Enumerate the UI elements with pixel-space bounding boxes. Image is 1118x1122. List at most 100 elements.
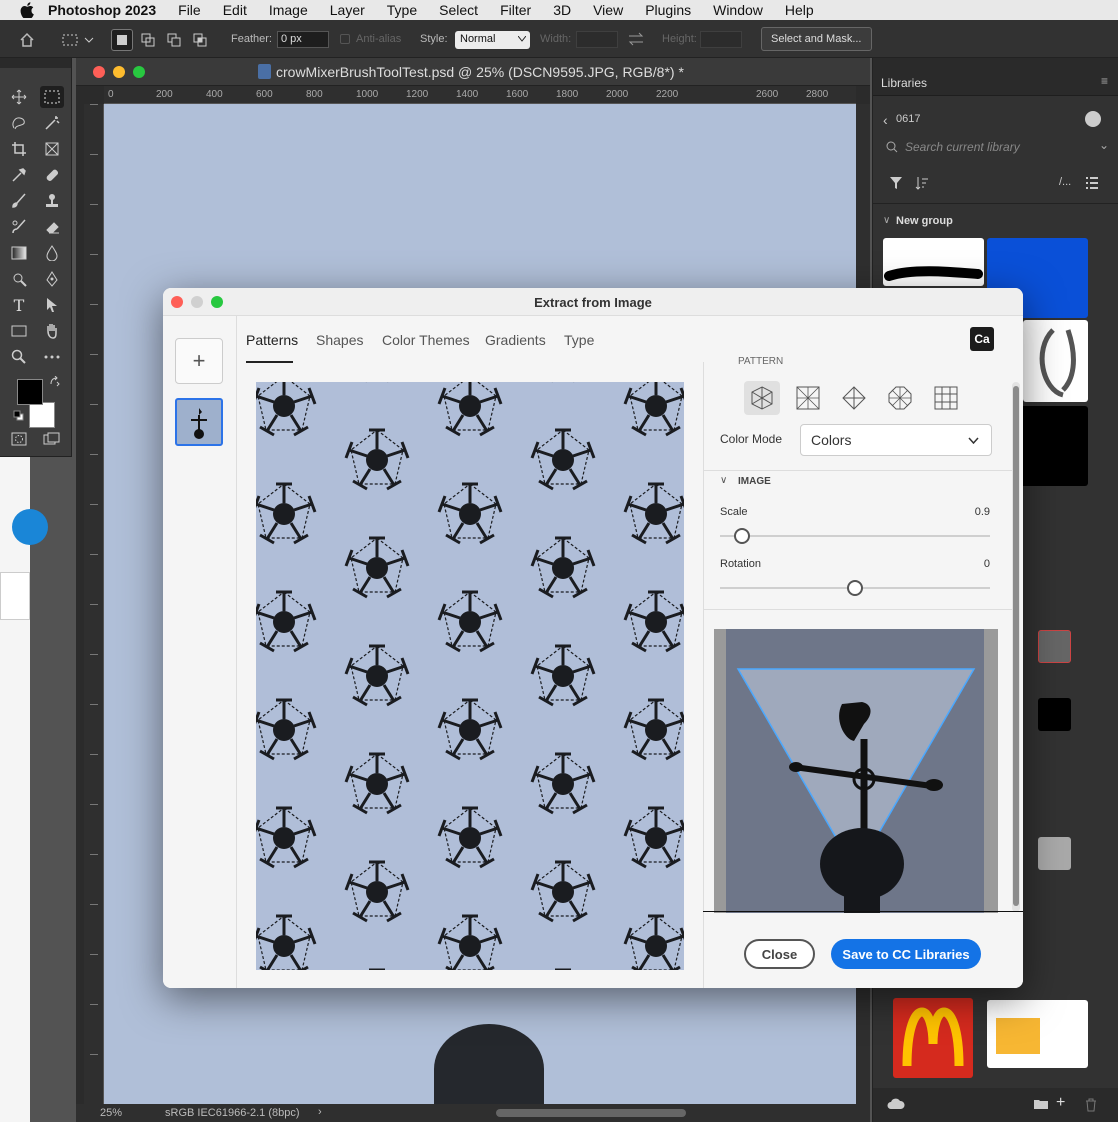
panel-menu-icon[interactable]: ≡ <box>1101 74 1108 88</box>
new-selection-icon[interactable] <box>111 29 133 51</box>
filter-icon[interactable] <box>889 176 903 190</box>
add-image-button[interactable]: + <box>175 338 223 384</box>
clone-stamp-tool-icon[interactable] <box>40 190 64 212</box>
more-tools-icon[interactable] <box>40 346 64 368</box>
home-icon[interactable] <box>16 29 38 51</box>
library-view-toggle-icon[interactable]: /... <box>1059 176 1071 188</box>
rotation-slider-knob[interactable] <box>847 580 863 596</box>
select-and-mask-button[interactable]: Select and Mask... <box>761 27 872 51</box>
menu-3d[interactable]: 3D <box>553 2 571 18</box>
tools-panel-header[interactable] <box>0 58 71 68</box>
tab-shapes[interactable]: Shapes <box>316 332 363 348</box>
scale-slider-track[interactable] <box>720 535 990 537</box>
library-item-brush-stroke[interactable] <box>883 238 984 286</box>
library-item-graphic[interactable] <box>1023 320 1088 402</box>
path-selection-tool-icon[interactable] <box>40 294 64 316</box>
pattern-hexagon-grid-icon[interactable] <box>744 381 780 415</box>
blur-tool-icon[interactable] <box>40 242 64 264</box>
eyedropper-tool-icon[interactable] <box>7 164 31 186</box>
pattern-grid-icon[interactable] <box>928 381 964 415</box>
screen-mode-icon[interactable] <box>40 428 64 450</box>
intersect-selection-icon[interactable] <box>189 29 211 51</box>
status-menu-arrow-icon[interactable]: › <box>318 1106 322 1118</box>
history-brush-tool-icon[interactable] <box>7 216 31 238</box>
dialog-title-bar[interactable]: Extract from Image <box>163 288 1023 316</box>
add-icon[interactable]: + <box>1056 1094 1065 1112</box>
dodge-tool-icon[interactable] <box>7 268 31 290</box>
color-mode-select[interactable]: Colors <box>800 424 992 456</box>
vertical-ruler[interactable] <box>84 104 104 1106</box>
menu-plugins[interactable]: Plugins <box>645 2 691 18</box>
zoom-tool-icon[interactable] <box>7 346 31 368</box>
pattern-octagon-icon[interactable] <box>882 381 918 415</box>
magic-wand-tool-icon[interactable] <box>40 112 64 134</box>
hand-tool-icon[interactable] <box>40 320 64 342</box>
library-item-light-grey-color[interactable] <box>1038 837 1071 870</box>
library-item-brand-palette[interactable] <box>987 1000 1088 1068</box>
color-profile-info[interactable]: sRGB IEC61966-2.1 (8bpc) <box>165 1107 300 1119</box>
gradient-tool-icon[interactable] <box>7 242 31 264</box>
foreground-color-swatch[interactable] <box>17 379 43 405</box>
tab-color-themes[interactable]: Color Themes <box>382 332 470 348</box>
close-window-icon[interactable] <box>93 66 105 78</box>
settings-scrollbar[interactable] <box>1012 382 1020 912</box>
move-tool-icon[interactable] <box>7 86 31 108</box>
menu-layer[interactable]: Layer <box>330 2 365 18</box>
pattern-diamond-icon[interactable] <box>836 381 872 415</box>
frame-tool-icon[interactable] <box>40 138 64 160</box>
chevron-down-icon[interactable]: ⌄ <box>1099 138 1109 152</box>
add-to-selection-icon[interactable] <box>137 29 159 51</box>
apple-logo-icon[interactable] <box>20 2 34 18</box>
menu-file[interactable]: File <box>178 2 201 18</box>
back-chevron-icon[interactable]: ‹ <box>883 112 888 128</box>
menu-view[interactable]: View <box>593 2 623 18</box>
crop-tool-icon[interactable] <box>7 138 31 160</box>
marquee-tool-preset-picker[interactable] <box>56 29 100 51</box>
pattern-square-diagonal-icon[interactable] <box>790 381 826 415</box>
swap-colors-icon[interactable] <box>49 375 61 391</box>
subtract-from-selection-icon[interactable] <box>163 29 185 51</box>
library-search-field[interactable]: Search current library ⌄ <box>883 136 1111 158</box>
tab-gradients[interactable]: Gradients <box>485 332 546 348</box>
background-color-swatch[interactable] <box>29 402 55 428</box>
trash-icon[interactable] <box>1085 1098 1097 1112</box>
menu-select[interactable]: Select <box>439 2 478 18</box>
lasso-tool-icon[interactable] <box>7 112 31 134</box>
group-name[interactable]: New group <box>896 215 953 227</box>
menu-help[interactable]: Help <box>785 2 814 18</box>
horizontal-ruler[interactable]: 0 200 400 600 800 1000 1200 1400 1600 18… <box>104 86 856 104</box>
library-name[interactable]: 0617 <box>896 113 920 125</box>
sort-icon[interactable] <box>915 176 929 190</box>
document-title-bar[interactable]: crowMixerBrushToolTest.psd @ 25% (DSCN95… <box>76 58 870 86</box>
feather-input[interactable]: 0 px <box>277 31 329 48</box>
menu-window[interactable]: Window <box>713 2 763 18</box>
pen-tool-icon[interactable] <box>40 268 64 290</box>
zoom-level[interactable]: 25% <box>100 1107 122 1119</box>
type-tool-icon[interactable]: T <box>7 294 31 316</box>
marquee-tool-icon[interactable] <box>40 86 64 108</box>
collaborator-avatar-icon[interactable] <box>1085 111 1101 127</box>
group-collapse-icon[interactable]: ∨ <box>883 215 890 226</box>
tab-patterns[interactable]: Patterns <box>246 332 298 348</box>
image-section-collapse-icon[interactable]: ∨ <box>720 475 727 486</box>
app-name-menu[interactable]: Photoshop 2023 <box>48 2 156 18</box>
close-button[interactable]: Close <box>744 939 815 969</box>
document-horizontal-scrollbar[interactable] <box>496 1109 686 1117</box>
rectangle-tool-icon[interactable] <box>7 320 31 342</box>
quick-mask-icon[interactable] <box>7 428 31 450</box>
swap-dimensions-icon[interactable] <box>628 32 644 49</box>
width-input[interactable] <box>576 31 618 48</box>
scale-slider-knob[interactable] <box>733 528 750 544</box>
menu-filter[interactable]: Filter <box>500 2 531 18</box>
minimize-window-icon[interactable] <box>113 66 125 78</box>
zoom-window-icon[interactable] <box>133 66 145 78</box>
list-view-icon[interactable] <box>1085 176 1099 190</box>
library-item-logo[interactable] <box>893 998 973 1078</box>
style-select[interactable]: Normal <box>455 31 530 49</box>
library-item-black-color[interactable] <box>1038 698 1071 731</box>
brush-tool-icon[interactable] <box>7 190 31 212</box>
library-item-grey-swatch[interactable] <box>1038 630 1071 663</box>
healing-brush-tool-icon[interactable] <box>40 164 64 186</box>
default-colors-icon[interactable] <box>13 410 24 424</box>
height-input[interactable] <box>700 31 742 48</box>
